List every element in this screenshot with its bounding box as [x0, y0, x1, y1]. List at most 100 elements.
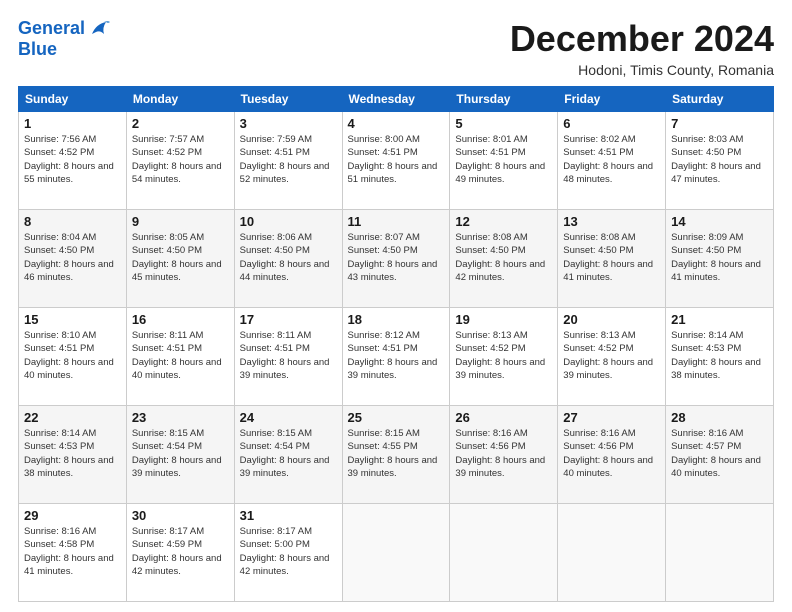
- day-info: Sunrise: 8:14 AMSunset: 4:53 PMDaylight:…: [671, 329, 768, 382]
- calendar-cell: [342, 504, 450, 602]
- logo: General Blue: [18, 18, 110, 59]
- day-info: Sunrise: 8:07 AMSunset: 4:50 PMDaylight:…: [348, 231, 445, 284]
- calendar-cell: 26Sunrise: 8:16 AMSunset: 4:56 PMDayligh…: [450, 406, 558, 504]
- location: Hodoni, Timis County, Romania: [510, 62, 774, 78]
- calendar-cell: 31Sunrise: 8:17 AMSunset: 5:00 PMDayligh…: [234, 504, 342, 602]
- day-info: Sunrise: 8:16 AMSunset: 4:56 PMDaylight:…: [455, 427, 552, 480]
- calendar-cell: 21 Sunrise: 8:14 AMSunset: 4:53 PMDayligh…: [666, 308, 774, 406]
- day-number: 10: [240, 214, 337, 229]
- day-number: 23: [132, 410, 229, 425]
- calendar-cell: 19Sunrise: 8:13 AMSunset: 4:52 PMDayligh…: [450, 308, 558, 406]
- day-number: 15: [24, 312, 121, 327]
- day-info: Sunrise: 8:12 AMSunset: 4:51 PMDaylight:…: [348, 329, 445, 382]
- day-info: Sunrise: 7:57 AMSunset: 4:52 PMDaylight:…: [132, 133, 229, 186]
- calendar-cell: 24Sunrise: 8:15 AMSunset: 4:54 PMDayligh…: [234, 406, 342, 504]
- day-info: Sunrise: 8:01 AMSunset: 4:51 PMDaylight:…: [455, 133, 552, 186]
- calendar-cell: 12 Sunrise: 8:08 AMSunset: 4:50 PMDayligh…: [450, 210, 558, 308]
- calendar-cell: 7Sunrise: 8:03 AMSunset: 4:50 PMDaylight…: [666, 112, 774, 210]
- day-info: Sunrise: 8:17 AMSunset: 5:00 PMDaylight:…: [240, 525, 337, 578]
- calendar-cell: [558, 504, 666, 602]
- calendar-cell: 15 Sunrise: 8:10 AMSunset: 4:51 PMDayligh…: [19, 308, 127, 406]
- day-number: 4: [348, 116, 445, 131]
- calendar-cell: 8 Sunrise: 8:04 AMSunset: 4:50 PMDaylight…: [19, 210, 127, 308]
- day-info: Sunrise: 7:59 AMSunset: 4:51 PMDaylight:…: [240, 133, 337, 186]
- day-number: 7: [671, 116, 768, 131]
- logo-text: General: [18, 18, 110, 39]
- day-number: 14: [671, 214, 768, 229]
- day-number: 11: [348, 214, 445, 229]
- calendar-cell: 1 Sunrise: 7:56 AMSunset: 4:52 PMDaylight…: [19, 112, 127, 210]
- calendar-cell: 16 Sunrise: 8:11 AMSunset: 4:51 PMDayligh…: [126, 308, 234, 406]
- day-number: 18: [348, 312, 445, 327]
- calendar-cell: 27 Sunrise: 8:16 AMSunset: 4:56 PMDayligh…: [558, 406, 666, 504]
- calendar-cell: 14 Sunrise: 8:09 AMSunset: 4:50 PMDayligh…: [666, 210, 774, 308]
- day-info: Sunrise: 8:02 AMSunset: 4:51 PMDaylight:…: [563, 133, 660, 186]
- day-number: 29: [24, 508, 121, 523]
- calendar-week-2: 8 Sunrise: 8:04 AMSunset: 4:50 PMDaylight…: [19, 210, 774, 308]
- calendar-header-tuesday: Tuesday: [234, 87, 342, 112]
- day-info: Sunrise: 8:13 AMSunset: 4:52 PMDaylight:…: [563, 329, 660, 382]
- day-number: 24: [240, 410, 337, 425]
- day-number: 9: [132, 214, 229, 229]
- day-info: Sunrise: 8:16 AMSunset: 4:57 PMDaylight:…: [671, 427, 768, 480]
- day-info: Sunrise: 7:56 AMSunset: 4:52 PMDaylight:…: [24, 133, 121, 186]
- day-number: 27: [563, 410, 660, 425]
- day-number: 30: [132, 508, 229, 523]
- day-info: Sunrise: 8:10 AMSunset: 4:51 PMDaylight:…: [24, 329, 121, 382]
- calendar-header-friday: Friday: [558, 87, 666, 112]
- calendar-header-monday: Monday: [126, 87, 234, 112]
- day-number: 6: [563, 116, 660, 131]
- calendar-cell: 20 Sunrise: 8:13 AMSunset: 4:52 PMDayligh…: [558, 308, 666, 406]
- calendar-cell: 5 Sunrise: 8:01 AMSunset: 4:51 PMDaylight…: [450, 112, 558, 210]
- day-number: 1: [24, 116, 121, 131]
- calendar-header-saturday: Saturday: [666, 87, 774, 112]
- day-info: Sunrise: 8:15 AMSunset: 4:55 PMDaylight:…: [348, 427, 445, 480]
- calendar-header-sunday: Sunday: [19, 87, 127, 112]
- day-info: Sunrise: 8:15 AMSunset: 4:54 PMDaylight:…: [132, 427, 229, 480]
- day-number: 17: [240, 312, 337, 327]
- calendar-cell: 25 Sunrise: 8:15 AMSunset: 4:55 PMDayligh…: [342, 406, 450, 504]
- day-number: 16: [132, 312, 229, 327]
- calendar-cell: 6 Sunrise: 8:02 AMSunset: 4:51 PMDaylight…: [558, 112, 666, 210]
- title-section: December 2024 Hodoni, Timis County, Roma…: [510, 18, 774, 78]
- day-info: Sunrise: 8:11 AMSunset: 4:51 PMDaylight:…: [240, 329, 337, 382]
- calendar-header-wednesday: Wednesday: [342, 87, 450, 112]
- day-number: 20: [563, 312, 660, 327]
- day-number: 19: [455, 312, 552, 327]
- day-info: Sunrise: 8:08 AMSunset: 4:50 PMDaylight:…: [563, 231, 660, 284]
- day-info: Sunrise: 8:09 AMSunset: 4:50 PMDaylight:…: [671, 231, 768, 284]
- calendar-cell: 4 Sunrise: 8:00 AMSunset: 4:51 PMDaylight…: [342, 112, 450, 210]
- day-number: 21: [671, 312, 768, 327]
- day-number: 25: [348, 410, 445, 425]
- calendar-cell: 30Sunrise: 8:17 AMSunset: 4:59 PMDayligh…: [126, 504, 234, 602]
- day-number: 28: [671, 410, 768, 425]
- calendar-cell: 29Sunrise: 8:16 AMSunset: 4:58 PMDayligh…: [19, 504, 127, 602]
- calendar-cell: 11 Sunrise: 8:07 AMSunset: 4:50 PMDayligh…: [342, 210, 450, 308]
- calendar-cell: [450, 504, 558, 602]
- calendar-cell: 13 Sunrise: 8:08 AMSunset: 4:50 PMDayligh…: [558, 210, 666, 308]
- calendar-cell: 22Sunrise: 8:14 AMSunset: 4:53 PMDayligh…: [19, 406, 127, 504]
- calendar-cell: [666, 504, 774, 602]
- logo-bird-icon: [88, 20, 110, 38]
- day-info: Sunrise: 8:08 AMSunset: 4:50 PMDaylight:…: [455, 231, 552, 284]
- day-info: Sunrise: 8:11 AMSunset: 4:51 PMDaylight:…: [132, 329, 229, 382]
- calendar-week-3: 15 Sunrise: 8:10 AMSunset: 4:51 PMDayligh…: [19, 308, 774, 406]
- month-title: December 2024: [510, 18, 774, 60]
- calendar-week-5: 29Sunrise: 8:16 AMSunset: 4:58 PMDayligh…: [19, 504, 774, 602]
- calendar-cell: 10Sunrise: 8:06 AMSunset: 4:50 PMDayligh…: [234, 210, 342, 308]
- calendar-cell: 3Sunrise: 7:59 AMSunset: 4:51 PMDaylight…: [234, 112, 342, 210]
- day-number: 8: [24, 214, 121, 229]
- day-number: 12: [455, 214, 552, 229]
- calendar-cell: 23 Sunrise: 8:15 AMSunset: 4:54 PMDayligh…: [126, 406, 234, 504]
- day-number: 13: [563, 214, 660, 229]
- calendar-week-4: 22Sunrise: 8:14 AMSunset: 4:53 PMDayligh…: [19, 406, 774, 504]
- calendar-cell: 28 Sunrise: 8:16 AMSunset: 4:57 PMDayligh…: [666, 406, 774, 504]
- day-number: 5: [455, 116, 552, 131]
- day-info: Sunrise: 8:00 AMSunset: 4:51 PMDaylight:…: [348, 133, 445, 186]
- header: General Blue December 2024 Hodoni, Timis…: [18, 18, 774, 78]
- day-info: Sunrise: 8:04 AMSunset: 4:50 PMDaylight:…: [24, 231, 121, 284]
- day-info: Sunrise: 8:05 AMSunset: 4:50 PMDaylight:…: [132, 231, 229, 284]
- calendar-cell: 2 Sunrise: 7:57 AMSunset: 4:52 PMDaylight…: [126, 112, 234, 210]
- day-info: Sunrise: 8:16 AMSunset: 4:56 PMDaylight:…: [563, 427, 660, 480]
- day-number: 2: [132, 116, 229, 131]
